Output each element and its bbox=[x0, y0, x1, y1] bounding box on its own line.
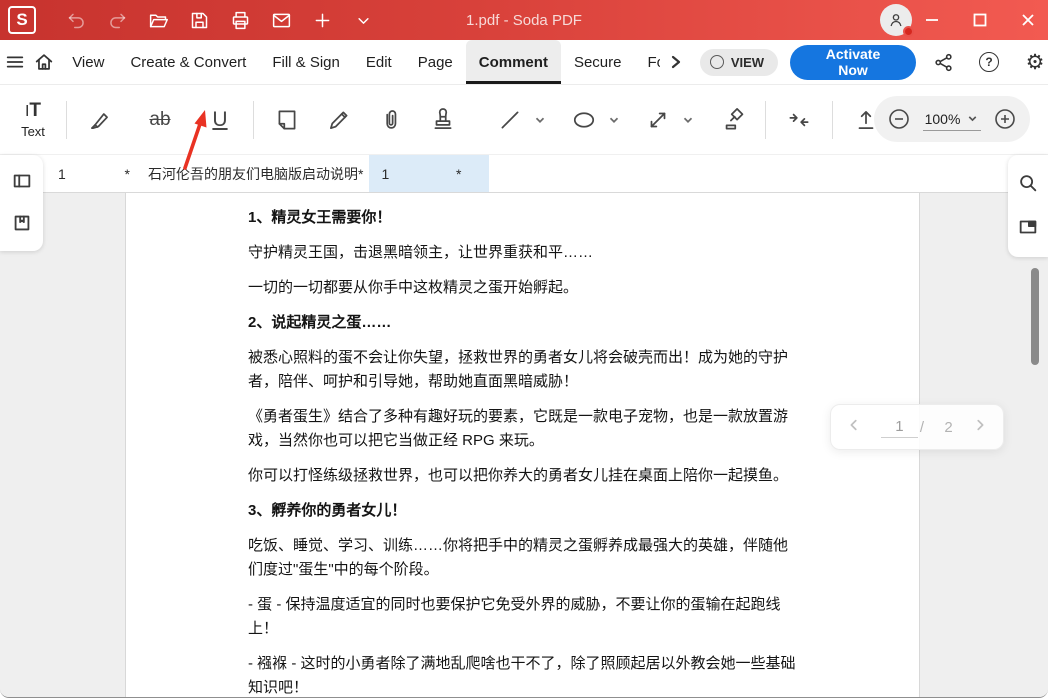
previous-page-icon[interactable] bbox=[847, 418, 861, 437]
tab-label: 1 bbox=[58, 165, 66, 182]
undo-icon[interactable] bbox=[64, 8, 88, 32]
maximize-button[interactable] bbox=[966, 6, 994, 34]
app-logo: S bbox=[8, 6, 36, 34]
pdf-page[interactable]: 1、精灵女王需要你！ 守护精灵王国，击退黑暗领主，让世界重获和平…… 一切的一切… bbox=[125, 193, 920, 697]
doc-paragraph: 《勇者蛋生》结合了多种有趣好玩的要素，它既是一款电子宠物，也是一款放置游戏，当然… bbox=[248, 408, 789, 449]
close-button[interactable] bbox=[1014, 6, 1042, 34]
save-icon[interactable] bbox=[187, 8, 211, 32]
bookmarks-panel-icon[interactable] bbox=[2, 203, 42, 243]
doc-heading: 3、孵养你的勇者女儿！ bbox=[248, 502, 407, 519]
comment-toolbar: IT Text ab U 100% bbox=[0, 85, 1048, 155]
eraser-tool-icon[interactable] bbox=[709, 92, 755, 148]
tab-modified-indicator: * bbox=[124, 165, 130, 182]
print-icon[interactable] bbox=[228, 8, 252, 32]
doc-paragraph: 一切的一切都要从你手中这枚精灵之蛋开始孵起。 bbox=[248, 279, 579, 296]
side-panel-toggle-icon[interactable] bbox=[2, 161, 42, 201]
menu-overflow-chevron-icon[interactable] bbox=[660, 40, 692, 84]
total-pages: 2 bbox=[944, 418, 953, 436]
text-comment-tool[interactable]: IT Text bbox=[10, 92, 56, 148]
doc-paragraph: - 蛋 - 保持温度适宜的同时也要保护它免受外界的威胁，不要让你的蛋输在起跑线上… bbox=[248, 596, 781, 637]
ellipse-tool-dropdown-icon[interactable] bbox=[607, 113, 621, 127]
activate-now-button[interactable]: Activate Now bbox=[790, 44, 916, 80]
notification-badge bbox=[903, 26, 914, 37]
line-tool-icon[interactable] bbox=[487, 92, 533, 148]
divider bbox=[66, 100, 67, 139]
divider bbox=[765, 100, 766, 139]
open-file-icon[interactable] bbox=[146, 8, 170, 32]
home-icon[interactable] bbox=[30, 40, 60, 84]
strikethrough-tool-icon[interactable]: ab bbox=[137, 92, 183, 148]
document-text: 1、精灵女王需要你！ 守护精灵王国，击退黑暗领主，让世界重获和平…… 一切的一切… bbox=[126, 193, 919, 697]
zoom-in-icon[interactable] bbox=[992, 106, 1018, 132]
current-page-input[interactable]: 1 bbox=[881, 416, 918, 438]
next-page-icon[interactable] bbox=[973, 418, 987, 437]
zoom-out-icon[interactable] bbox=[886, 106, 912, 132]
document-tab-active[interactable]: 1 * bbox=[369, 155, 490, 192]
pencil-tool-icon[interactable] bbox=[316, 92, 362, 148]
zoom-level-dropdown[interactable]: 100% bbox=[922, 108, 982, 131]
view-mode-toggle[interactable]: VIEW bbox=[699, 48, 779, 76]
left-panel-toolbar bbox=[0, 155, 43, 251]
sticky-note-tool-icon[interactable] bbox=[264, 92, 310, 148]
settings-gear-icon[interactable]: ⚙ bbox=[1022, 49, 1048, 75]
menu-item-view[interactable]: View bbox=[59, 40, 117, 84]
divider bbox=[253, 100, 254, 139]
share-icon[interactable] bbox=[930, 49, 956, 75]
tab-modified-indicator: * bbox=[456, 165, 462, 182]
ellipse-tool-icon[interactable] bbox=[561, 92, 607, 148]
doc-paragraph: - 襁褓 - 这时的小勇者除了满地乱爬啥也干不了，除了照顾起居以外教会她一些基础… bbox=[248, 655, 796, 696]
text-tool-label: Text bbox=[21, 124, 45, 139]
doc-heading: 2、说起精灵之蛋…… bbox=[248, 314, 392, 331]
doc-paragraph: 吃饭、睡觉、学习、训练……你将把手中的精灵之蛋孵养成最强大的英雄，伴随他们度过"… bbox=[248, 537, 789, 578]
tab-label: 1 bbox=[381, 165, 390, 182]
menu-bar: View Create & Convert Fill & Sign Edit P… bbox=[0, 40, 1048, 85]
underline-tool-icon[interactable]: U bbox=[197, 92, 243, 148]
document-tab[interactable]: 石河伦吾的朋友们电脑版启动说明* bbox=[142, 155, 369, 192]
zoom-level-value: 100% bbox=[924, 110, 961, 127]
menu-item-page[interactable]: Page bbox=[405, 40, 466, 84]
email-icon[interactable] bbox=[269, 8, 293, 32]
tab-label: 石河伦吾的朋友们电脑版启动说明* bbox=[148, 165, 364, 182]
vertical-scrollbar-thumb[interactable] bbox=[1031, 268, 1039, 365]
zoom-control: 100% bbox=[874, 96, 1030, 142]
menu-item-fill-sign[interactable]: Fill & Sign bbox=[259, 40, 353, 84]
measure-arrow-tool-icon[interactable] bbox=[635, 92, 681, 148]
toolbar-expand-chevron-icon[interactable] bbox=[351, 8, 375, 32]
minimize-button[interactable] bbox=[918, 6, 946, 34]
menu-item-comment[interactable]: Comment bbox=[465, 40, 561, 84]
page-separator: / bbox=[919, 418, 925, 436]
menu-item-secure[interactable]: Secure bbox=[561, 40, 635, 84]
user-avatar[interactable] bbox=[880, 4, 914, 37]
add-icon[interactable] bbox=[310, 8, 334, 32]
hamburger-menu-icon[interactable] bbox=[0, 40, 30, 84]
measure-tool-dropdown-icon[interactable] bbox=[681, 113, 695, 127]
collapse-arrows-tool-icon[interactable] bbox=[776, 92, 822, 148]
view-toggle-label: VIEW bbox=[730, 54, 765, 70]
document-tab-bar: 1 * 石河伦吾的朋友们电脑版启动说明* 1 * bbox=[0, 155, 1048, 193]
menu-item-forms-clipped[interactable]: Fo bbox=[634, 40, 659, 84]
redo-icon[interactable] bbox=[105, 8, 129, 32]
divider bbox=[832, 100, 833, 139]
doc-heading: 1、精灵女王需要你！ bbox=[248, 209, 392, 226]
highlight-tool-icon[interactable] bbox=[77, 92, 123, 148]
line-tool-dropdown-icon[interactable] bbox=[533, 113, 547, 127]
doc-paragraph: 被悉心照料的蛋不会让你失望，拯救世界的勇者女儿将会破壳而出！成为她的守护者，陪伴… bbox=[248, 349, 789, 390]
page-navigator: 1 / 2 bbox=[830, 404, 1004, 450]
help-icon[interactable]: ? bbox=[976, 49, 1002, 75]
doc-paragraph: 你可以打怪练级拯救世界，也可以把你养大的勇者女儿挂在桌面上陪你一起摸鱼。 bbox=[248, 467, 789, 484]
menu-item-create-convert[interactable]: Create & Convert bbox=[117, 40, 259, 84]
menu-item-edit[interactable]: Edit bbox=[353, 40, 405, 84]
doc-paragraph: 守护精灵王国，击退黑暗领主，让世界重获和平…… bbox=[248, 244, 594, 261]
soda-pdf-window: S 1.pdf - Soda PDF View Create & Convert… bbox=[0, 0, 1048, 698]
page-thumbnails-icon[interactable] bbox=[1008, 207, 1048, 247]
stamp-tool-icon[interactable] bbox=[420, 92, 466, 148]
document-tab[interactable]: 1 * bbox=[46, 155, 142, 192]
title-bar: S 1.pdf - Soda PDF bbox=[0, 0, 1048, 40]
right-panel-toolbar bbox=[1008, 155, 1048, 257]
attachment-tool-icon[interactable] bbox=[368, 92, 414, 148]
view-toggle-circle-icon bbox=[709, 55, 724, 69]
search-icon[interactable] bbox=[1008, 163, 1048, 203]
